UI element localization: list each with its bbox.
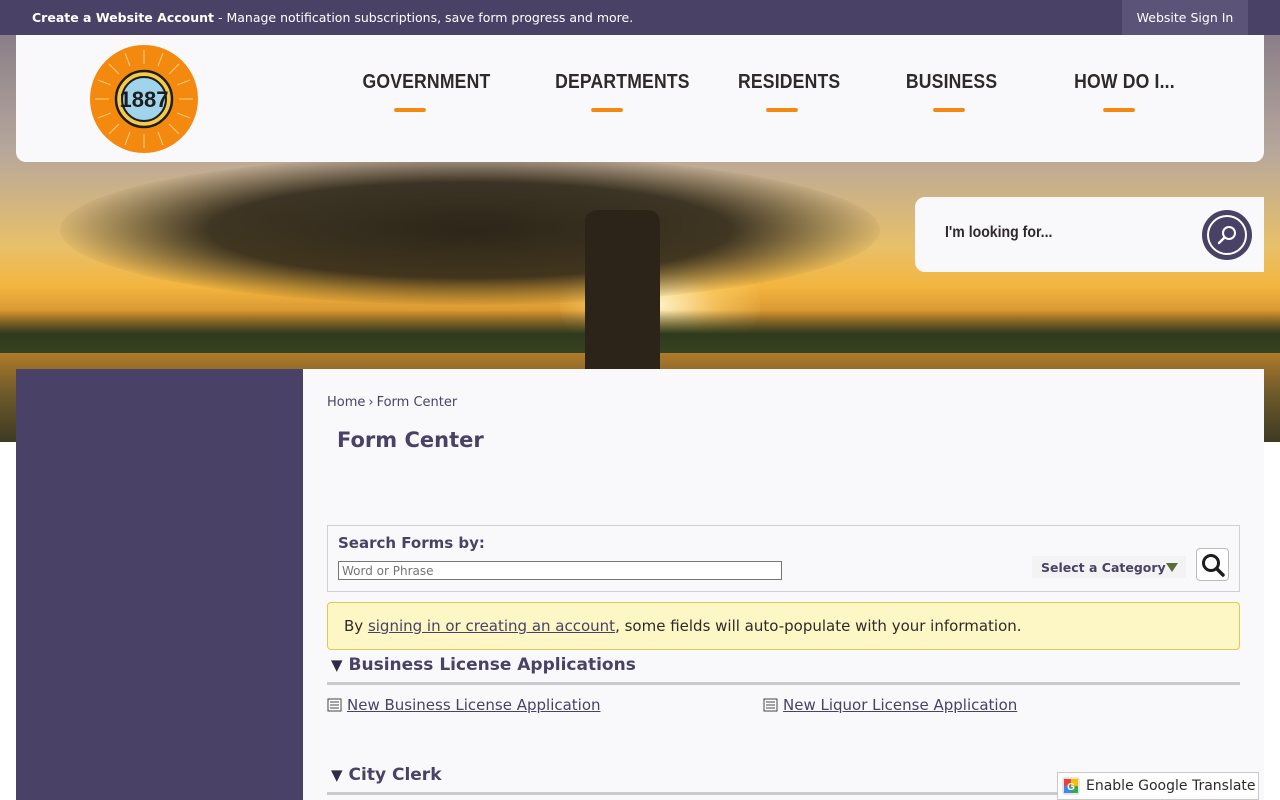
nav-underline bbox=[591, 108, 623, 112]
form-document-icon bbox=[763, 698, 778, 712]
nav-underline bbox=[394, 108, 426, 112]
search-forms-panel: Search Forms by: Select a Category bbox=[327, 525, 1240, 592]
dropdown-arrow-icon bbox=[1166, 563, 1178, 572]
nav-how-do-i[interactable]: HOW DO I... bbox=[1074, 71, 1175, 112]
form-link[interactable]: New Business License Application bbox=[327, 696, 601, 714]
notice-prefix: By bbox=[344, 617, 364, 635]
search-icon bbox=[1207, 215, 1247, 255]
breadcrumb-current[interactable]: Form Center bbox=[377, 395, 458, 410]
website-sign-in-button[interactable]: Website Sign In bbox=[1122, 0, 1248, 35]
nav-label: HOW DO I... bbox=[1074, 71, 1175, 93]
site-header: 1887 GOVERNMENT DEPARTMENTS RESIDENTS BU… bbox=[16, 35, 1264, 162]
site-search-input[interactable]: I'm looking for... bbox=[945, 224, 1052, 242]
nav-business[interactable]: BUSINESS bbox=[906, 71, 997, 112]
translate-label: Enable Google Translate bbox=[1086, 778, 1256, 794]
sign-in-notice: By signing in or creating an account, so… bbox=[327, 602, 1240, 650]
create-account-link[interactable]: Create a Website Account bbox=[32, 10, 214, 25]
main-content: Home › Form Center Form Center Search Form… bbox=[303, 369, 1264, 800]
nav-government[interactable]: GOVERNMENT bbox=[362, 71, 490, 112]
hero-tree-trunk bbox=[585, 210, 660, 375]
form-document-icon bbox=[327, 698, 342, 712]
nav-underline bbox=[933, 108, 965, 112]
google-translate-icon: G bbox=[1062, 777, 1080, 795]
nav-departments[interactable]: DEPARTMENTS bbox=[555, 71, 690, 112]
page-title: Form Center bbox=[337, 428, 484, 452]
site-search: I'm looking for... bbox=[915, 197, 1264, 272]
nav-underline bbox=[766, 108, 798, 112]
logo-text: 1887 bbox=[120, 87, 169, 112]
search-forms-label: Search Forms by: bbox=[338, 534, 485, 552]
collapse-triangle-icon: ▼ bbox=[331, 766, 343, 784]
breadcrumb-separator: › bbox=[368, 395, 374, 410]
section-business-license[interactable]: ▼ Business License Applications bbox=[327, 655, 1240, 685]
category-select-label: Select a Category bbox=[1041, 559, 1166, 575]
section-title: City Clerk bbox=[348, 765, 442, 785]
breadcrumb: Home › Form Center bbox=[327, 395, 457, 410]
nav-underline bbox=[1103, 108, 1135, 112]
form-link-label: New Business License Application bbox=[347, 696, 601, 714]
search-forms-input[interactable] bbox=[338, 561, 782, 580]
top-bar: Create a Website Account - Manage notifi… bbox=[0, 0, 1280, 35]
nav-label: BUSINESS bbox=[905, 71, 998, 93]
main-navigation: GOVERNMENT DEPARTMENTS RESIDENTS BUSINES… bbox=[356, 71, 1175, 112]
breadcrumb-home[interactable]: Home bbox=[327, 395, 365, 410]
section-title: Business License Applications bbox=[348, 655, 636, 675]
notice-suffix: , some fields will auto-populate with yo… bbox=[615, 617, 1022, 635]
hero-tree-canopy bbox=[60, 155, 880, 305]
magnifier-icon bbox=[1201, 553, 1225, 577]
site-search-button[interactable] bbox=[1202, 210, 1252, 260]
left-sidebar bbox=[16, 369, 303, 800]
category-select[interactable]: Select a Category bbox=[1032, 556, 1186, 578]
nav-label: RESIDENTS bbox=[738, 71, 841, 93]
city-logo[interactable]: 1887 bbox=[89, 44, 199, 154]
nav-label: DEPARTMENTS bbox=[555, 71, 690, 93]
svg-text:G: G bbox=[1067, 782, 1075, 793]
sign-in-link[interactable]: signing in or creating an account bbox=[368, 617, 615, 635]
form-link[interactable]: New Liquor License Application bbox=[763, 696, 1017, 714]
google-translate-button[interactable]: G Enable Google Translate bbox=[1057, 772, 1259, 800]
nav-residents[interactable]: RESIDENTS bbox=[738, 71, 840, 112]
search-forms-button[interactable] bbox=[1196, 548, 1229, 581]
account-message: Create a Website Account - Manage notifi… bbox=[32, 10, 633, 25]
collapse-triangle-icon: ▼ bbox=[331, 656, 343, 674]
form-link-label: New Liquor License Application bbox=[783, 696, 1018, 714]
nav-label: GOVERNMENT bbox=[362, 71, 491, 93]
account-message-text: - Manage notification subscriptions, sav… bbox=[214, 10, 634, 25]
